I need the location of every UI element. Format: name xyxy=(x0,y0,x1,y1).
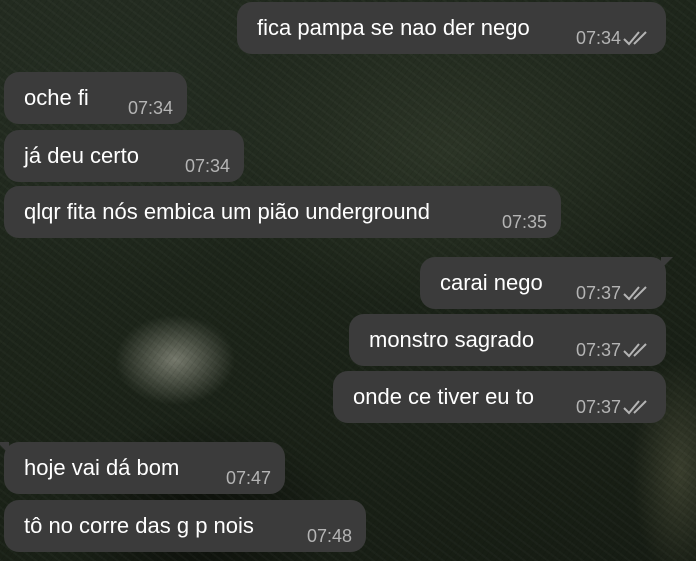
message-text: qlqr fita nós embica um pião underground xyxy=(24,199,431,224)
message-text: onde ce tiver eu to xyxy=(353,384,535,409)
message-time: 07:37 xyxy=(575,397,621,417)
message-time: 07:37 xyxy=(575,340,621,360)
message-text: fica pampa se nao der nego xyxy=(257,15,530,40)
message-text: oche fi xyxy=(24,85,89,110)
message-text: monstro sagrado xyxy=(369,327,535,352)
message-text: carai nego xyxy=(440,270,543,295)
message-bubble-outgoing[interactable]: onde ce tiver eu to 07:37 xyxy=(333,371,666,423)
bubble-tail xyxy=(661,257,673,269)
message-time: 07:47 xyxy=(225,468,271,488)
message-bubble-incoming[interactable]: tô no corre das g p nois 07:48 xyxy=(4,500,366,552)
message-time: 07:34 xyxy=(575,28,621,48)
message-bubble-incoming[interactable]: oche fi 07:34 xyxy=(4,72,187,124)
message-bubble-incoming[interactable]: já deu certo 07:34 xyxy=(4,130,244,182)
message-text: já deu certo xyxy=(24,143,139,168)
message-text: hoje vai dá bom xyxy=(24,455,180,480)
message-bubble-outgoing[interactable]: carai nego 07:37 xyxy=(420,257,673,309)
double-check-icon xyxy=(623,343,647,358)
double-check-icon xyxy=(623,400,647,415)
message-time: 07:37 xyxy=(575,283,621,303)
message-bubble-outgoing[interactable]: monstro sagrado 07:37 xyxy=(349,314,666,366)
message-bubble-incoming[interactable]: qlqr fita nós embica um pião underground… xyxy=(4,186,561,238)
message-bubble-incoming[interactable]: hoje vai dá bom 07:47 xyxy=(0,442,285,494)
message-bubble-outgoing[interactable]: fica pampa se nao der nego 07:34 xyxy=(237,2,666,54)
message-text: tô no corre das g p nois xyxy=(24,513,254,538)
message-time: 07:48 xyxy=(306,526,352,546)
double-check-icon xyxy=(623,286,647,301)
message-time: 07:34 xyxy=(127,98,173,118)
message-time: 07:34 xyxy=(184,156,230,176)
double-check-icon xyxy=(623,31,647,46)
message-time: 07:35 xyxy=(501,212,547,232)
bubble-tail xyxy=(0,442,9,454)
